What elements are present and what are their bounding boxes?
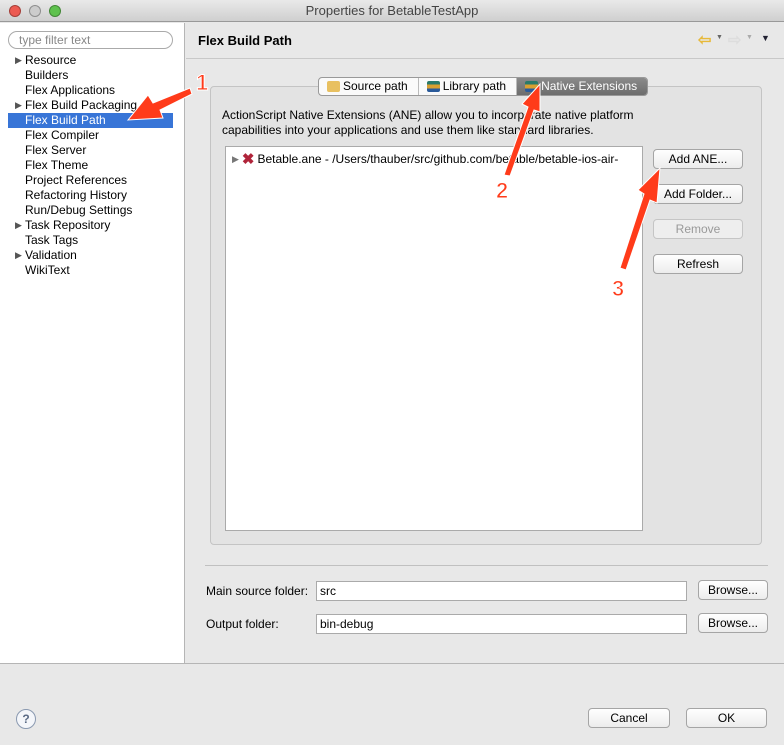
sidebar-item-label: Flex Build Packaging: [25, 98, 138, 112]
sidebar-item-label: Flex Build Path: [25, 113, 106, 127]
tab-label: Source path: [343, 79, 408, 93]
extensions-icon: [525, 81, 539, 92]
sidebar-item-label: Validation: [25, 248, 77, 262]
sidebar-item-label: Flex Server: [25, 143, 87, 157]
sidebar-item[interactable]: Flex Compiler: [8, 128, 173, 143]
expand-triangle-icon[interactable]: ▶: [15, 248, 22, 263]
sidebar-item[interactable]: ▶ Flex Build Packaging: [8, 98, 173, 113]
sidebar-item[interactable]: Flex Server: [8, 143, 173, 158]
sidebar-item[interactable]: Run/Debug Settings: [8, 203, 173, 218]
minimize-window-button[interactable]: [29, 5, 41, 17]
add-folder-button[interactable]: Add Folder...: [653, 184, 743, 204]
sidebar-item[interactable]: Refactoring History: [8, 188, 173, 203]
main-source-folder-label: Main source folder:: [206, 584, 309, 598]
browse-output-button[interactable]: Browse...: [698, 613, 768, 633]
tab-bar: Source path Library path Native Extensio…: [318, 77, 649, 96]
main-source-folder-input[interactable]: src: [316, 581, 687, 601]
sidebar-item[interactable]: WikiText: [8, 263, 173, 278]
page-title: Flex Build Path ⇦ ▼ ⇨ ▼ ▼: [186, 23, 784, 59]
sidebar: type filter text ▶ Resource Builders Flex A…: [0, 23, 185, 663]
sidebar-item[interactable]: ▶ Validation: [8, 248, 173, 263]
tab-native-extensions[interactable]: Native Extensions: [517, 78, 648, 95]
refresh-button[interactable]: Refresh: [653, 254, 743, 274]
sidebar-item[interactable]: ▶ Task Repository: [8, 218, 173, 233]
sidebar-item[interactable]: ▶ Resource: [8, 53, 173, 68]
sidebar-item-label: WikiText: [25, 263, 70, 277]
zoom-window-button[interactable]: [49, 5, 61, 17]
error-x-icon: ✖: [241, 151, 255, 168]
back-arrow-icon[interactable]: ⇦: [698, 30, 711, 50]
add-ane-button[interactable]: Add ANE...: [653, 149, 743, 169]
help-icon[interactable]: ?: [16, 709, 36, 729]
annotation-2: 2: [495, 178, 509, 204]
output-folder-input[interactable]: bin-debug: [316, 614, 687, 634]
tab-library-path[interactable]: Library path: [419, 78, 518, 95]
output-folder-label: Output folder:: [206, 617, 279, 631]
forward-history-dropdown-icon: ▼: [746, 34, 753, 41]
divider: [205, 565, 768, 566]
page-title-text: Flex Build Path: [198, 33, 292, 48]
expand-triangle-icon[interactable]: ▶: [15, 218, 22, 233]
sidebar-item[interactable]: Task Tags: [8, 233, 173, 248]
ok-button[interactable]: OK: [686, 708, 767, 728]
sidebar-item-label: Task Repository: [25, 218, 111, 232]
sidebar-item-label: Builders: [25, 68, 69, 82]
expand-triangle-icon[interactable]: ▶: [15, 53, 22, 68]
browse-main-source-button[interactable]: Browse...: [698, 580, 768, 600]
extensions-list[interactable]: ▶ ✖ Betable.ane - /Users/thauber/src/git…: [225, 146, 643, 531]
forward-arrow-icon: ⇨: [728, 32, 742, 49]
annotation-1: 1: [195, 70, 209, 96]
description-text: ActionScript Native Extensions (ANE) all…: [222, 108, 634, 137]
sidebar-item[interactable]: Builders: [8, 68, 173, 83]
tab-label: Library path: [442, 79, 507, 93]
tab-label: Native Extensions: [541, 79, 638, 93]
footer-divider: [0, 663, 784, 664]
expand-triangle-icon[interactable]: ▶: [15, 98, 22, 113]
sidebar-item-label: Refactoring History: [25, 188, 128, 202]
sidebar-item[interactable]: Flex Theme: [8, 158, 173, 173]
books-icon: [426, 81, 440, 92]
close-window-button[interactable]: [9, 5, 21, 17]
sidebar-item-label: Flex Applications: [25, 83, 116, 97]
sidebar-item[interactable]: Flex Build Path: [8, 113, 173, 128]
list-item[interactable]: ▶ ✖ Betable.ane - /Users/thauber/src/git…: [232, 150, 618, 168]
remove-button[interactable]: Remove: [653, 219, 743, 239]
folder-icon: [327, 81, 340, 92]
annotation-3: 3: [611, 276, 625, 302]
window-title: Properties for BetableTestApp: [305, 3, 479, 18]
sidebar-item[interactable]: Project References: [8, 173, 173, 188]
cancel-button[interactable]: Cancel: [588, 708, 670, 728]
back-history-dropdown-icon[interactable]: ▼: [716, 34, 723, 41]
sidebar-item-label: Task Tags: [25, 233, 79, 247]
sidebar-item-label: Project References: [25, 173, 128, 187]
tab-source-path[interactable]: Source path: [319, 78, 419, 95]
sidebar-item[interactable]: Flex Applications: [8, 83, 173, 98]
title-bar: Properties for BetableTestApp: [0, 0, 784, 22]
sidebar-item-label: Flex Theme: [25, 158, 89, 172]
sidebar-item-label: Resource: [25, 53, 77, 67]
list-item-label: Betable.ane - /Users/thauber/src/github.…: [257, 152, 619, 166]
sidebar-item-label: Run/Debug Settings: [25, 203, 133, 217]
sidebar-item-label: Flex Compiler: [25, 128, 100, 142]
view-menu-icon[interactable]: ▼: [761, 33, 770, 43]
expand-triangle-icon[interactable]: ▶: [232, 154, 239, 165]
filter-input[interactable]: type filter text: [8, 31, 173, 49]
